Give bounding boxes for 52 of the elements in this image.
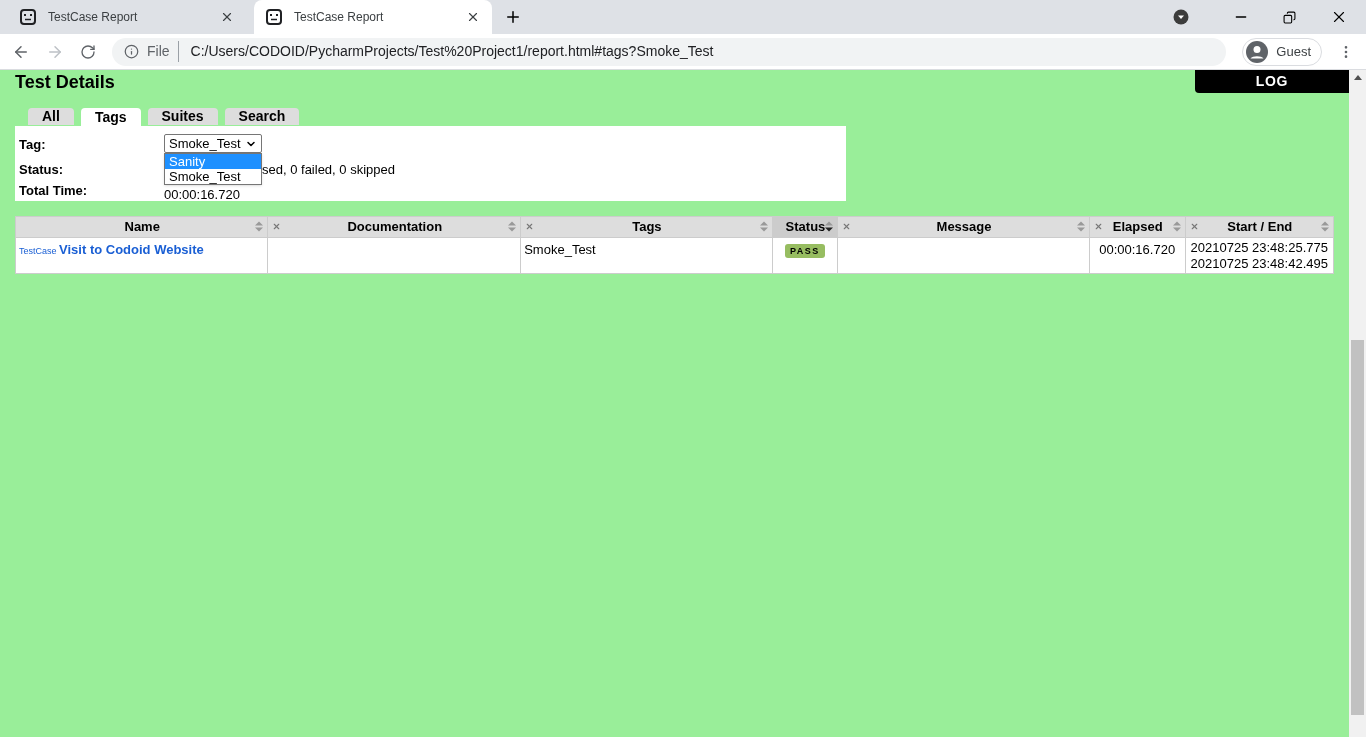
- column-header[interactable]: Name: [15, 216, 268, 237]
- scrollbar[interactable]: [1349, 70, 1366, 737]
- url-text: C:/Users/CODOID/PycharmProjects/Test%20Project1/report.html#tags?Smoke_Test: [189, 42, 714, 61]
- column-header[interactable]: Elapsed: [1089, 216, 1186, 237]
- remove-column-icon[interactable]: [272, 222, 282, 232]
- end-time: 20210725 23:48:42.495: [1190, 255, 1328, 272]
- view-tab[interactable]: All: [28, 108, 74, 125]
- field-label: Status:: [19, 161, 65, 178]
- total-time-value: 00:00:16.720: [164, 186, 240, 199]
- browser-tab[interactable]: TestCase Report: [8, 0, 246, 34]
- field-label: Total Time:: [19, 182, 89, 199]
- status-summary: sed, 0 failed, 0 skipped: [262, 161, 395, 178]
- page-title: Test Details: [15, 71, 115, 93]
- status-badge: PASS: [785, 243, 825, 258]
- restore-icon[interactable]: [1283, 10, 1296, 24]
- column-header[interactable]: Documentation: [267, 216, 521, 237]
- tab-title: TestCase Report: [48, 9, 139, 26]
- reload-icon[interactable]: [80, 43, 96, 60]
- column-header[interactable]: Message: [837, 216, 1090, 237]
- table-cell: 00:00:16.720: [1089, 237, 1186, 273]
- address-bar[interactable]: File C:/Users/CODOID/PycharmProjects/Test%20Project1/report.html#tags?Smoke_Test: [112, 37, 1227, 66]
- table-cell: Smoke_Test: [520, 237, 773, 273]
- scheme-label: File: [147, 41, 179, 62]
- column-header[interactable]: Tags: [520, 216, 773, 237]
- sort-icon[interactable]: [825, 221, 834, 233]
- remove-column-icon[interactable]: [1189, 222, 1199, 232]
- scroll-up-icon[interactable]: [1353, 75, 1362, 80]
- column-header[interactable]: Status: [772, 216, 838, 237]
- remove-column-icon[interactable]: [525, 222, 535, 232]
- test-name-link[interactable]: Visit to Codoid Website: [59, 241, 204, 257]
- start-time: 20210725 23:48:25.775: [1190, 239, 1328, 256]
- column-header[interactable]: Start / End: [1185, 216, 1334, 237]
- close-icon[interactable]: [220, 10, 234, 24]
- tag-select[interactable]: Smoke_Test: [164, 134, 262, 153]
- field-label: Tag:: [19, 136, 47, 154]
- dropdown-option[interactable]: Smoke_Test: [165, 169, 261, 184]
- tab-title: TestCase Report: [294, 9, 385, 26]
- new-tab-icon[interactable]: [504, 8, 522, 26]
- remove-column-icon[interactable]: [1093, 222, 1103, 232]
- robot-face-icon: [266, 9, 282, 25]
- view-tab[interactable]: Suites: [147, 108, 218, 125]
- browser-tab[interactable]: TestCase Report: [254, 0, 492, 34]
- test-type-label: TestCase: [19, 245, 57, 256]
- remove-column-icon[interactable]: [842, 222, 852, 232]
- dropdown-circle-icon[interactable]: [1173, 9, 1189, 25]
- close-icon[interactable]: [466, 10, 480, 24]
- person-icon: [1246, 40, 1269, 63]
- view-tab[interactable]: Search: [224, 108, 300, 125]
- view-tab[interactable]: Tags: [80, 108, 141, 126]
- log-button[interactable]: LOG: [1195, 70, 1349, 93]
- info-icon: [124, 44, 139, 59]
- robot-face-icon: [20, 9, 36, 25]
